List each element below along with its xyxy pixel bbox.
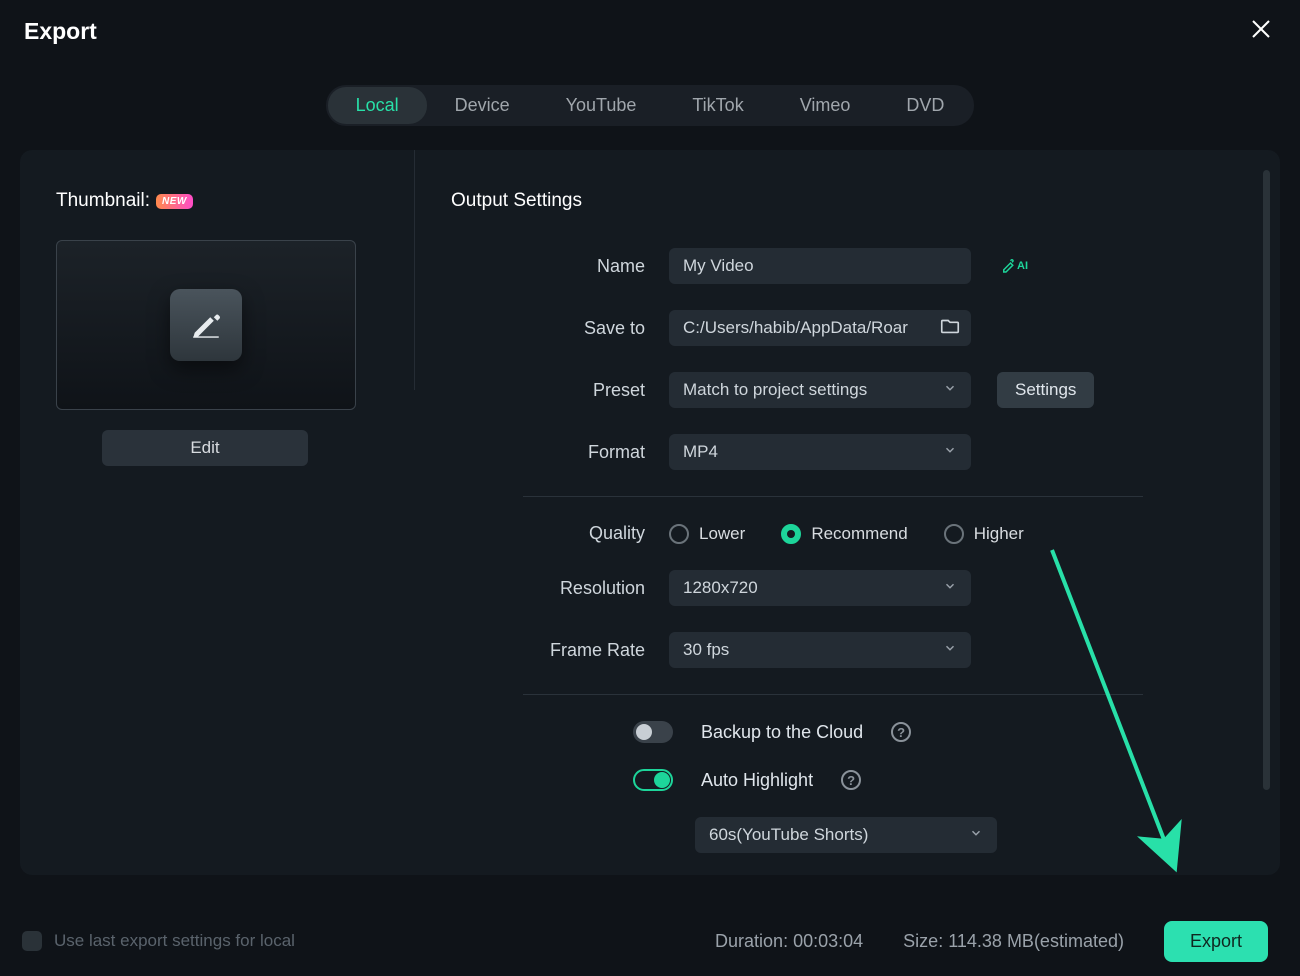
edit-thumbnail-icon [170, 289, 242, 361]
thumbnail-label: Thumbnail: [56, 190, 150, 212]
auto-highlight-toggle[interactable] [633, 769, 673, 791]
folder-icon[interactable] [939, 315, 961, 342]
auto-highlight-label: Auto Highlight [701, 770, 813, 791]
use-last-settings-checkbox[interactable]: Use last export settings for local [22, 931, 295, 951]
close-icon[interactable] [1250, 18, 1272, 45]
divider [523, 694, 1143, 695]
backup-cloud-label: Backup to the Cloud [701, 722, 863, 743]
preset-select[interactable]: Match to project settings [669, 372, 971, 408]
name-label: Name [451, 256, 669, 277]
thumbnail-preview[interactable] [56, 240, 356, 410]
save-to-display[interactable]: C:/Users/habib/AppData/Roar [669, 310, 971, 346]
quality-radio-higher[interactable]: Higher [944, 524, 1024, 544]
highlight-preset-select[interactable]: 60s(YouTube Shorts) [695, 817, 997, 853]
preset-settings-button[interactable]: Settings [997, 372, 1094, 408]
chevron-down-icon [943, 442, 957, 462]
edit-thumbnail-button[interactable]: Edit [102, 430, 308, 466]
tab-youtube[interactable]: YouTube [538, 87, 665, 124]
chevron-down-icon [943, 578, 957, 598]
export-button[interactable]: Export [1164, 921, 1268, 962]
frame-rate-label: Frame Rate [451, 640, 669, 661]
chevron-down-icon [969, 825, 983, 845]
help-icon[interactable]: ? [891, 722, 911, 742]
format-select[interactable]: MP4 [669, 434, 971, 470]
tab-local[interactable]: Local [328, 87, 427, 124]
resolution-label: Resolution [451, 578, 669, 599]
new-badge: NEW [156, 194, 193, 209]
tab-device[interactable]: Device [427, 87, 538, 124]
help-icon[interactable]: ? [841, 770, 861, 790]
ai-name-button[interactable]: AI [997, 257, 1028, 275]
quality-radio-group: Lower Recommend Higher [669, 524, 1024, 544]
chevron-down-icon [943, 380, 957, 400]
duration-info: Duration: 00:03:04 [715, 931, 863, 952]
divider [523, 496, 1143, 497]
chevron-down-icon [943, 640, 957, 660]
tab-tiktok[interactable]: TikTok [664, 87, 771, 124]
frame-rate-select[interactable]: 30 fps [669, 632, 971, 668]
output-settings-title: Output Settings [451, 190, 1256, 212]
export-tabs: LocalDeviceYouTubeTikTokVimeoDVD [326, 85, 975, 126]
size-info: Size: 114.38 MB(estimated) [903, 931, 1124, 952]
dialog-title: Export [24, 18, 97, 45]
save-to-label: Save to [451, 318, 669, 339]
scrollbar[interactable] [1263, 170, 1270, 790]
checkbox-icon [22, 931, 42, 951]
name-input[interactable] [669, 248, 971, 284]
tab-vimeo[interactable]: Vimeo [772, 87, 879, 124]
preset-label: Preset [451, 380, 669, 401]
quality-label: Quality [451, 523, 669, 544]
resolution-select[interactable]: 1280x720 [669, 570, 971, 606]
quality-radio-recommend[interactable]: Recommend [781, 524, 907, 544]
format-label: Format [451, 442, 669, 463]
backup-cloud-toggle[interactable] [633, 721, 673, 743]
save-to-path: C:/Users/habib/AppData/Roar [683, 318, 908, 338]
quality-radio-lower[interactable]: Lower [669, 524, 745, 544]
tab-dvd[interactable]: DVD [878, 87, 972, 124]
